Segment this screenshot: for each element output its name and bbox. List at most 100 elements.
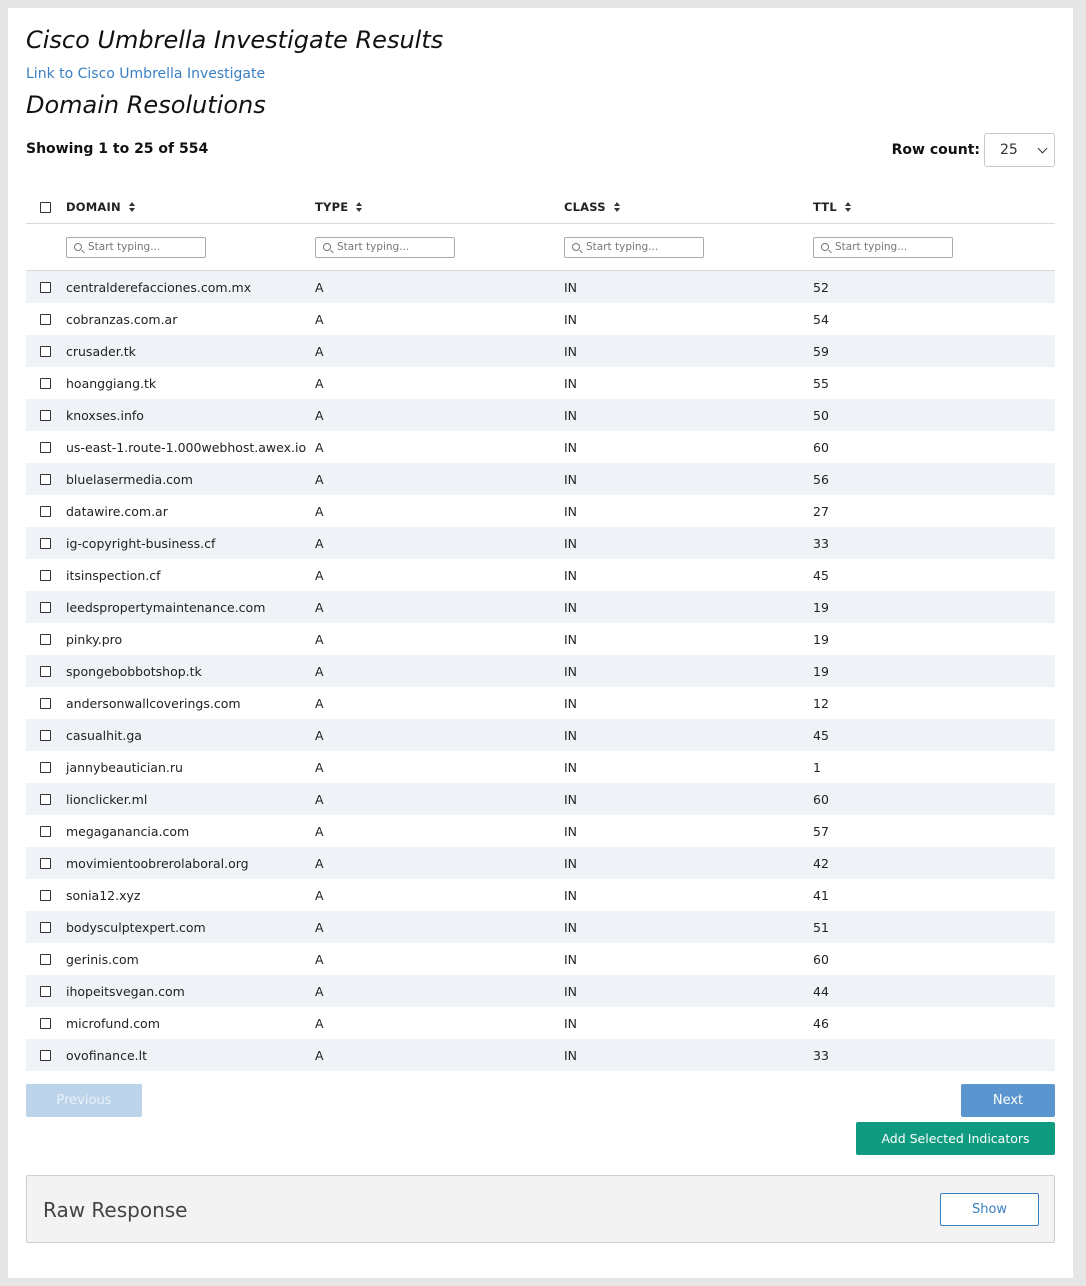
row-checkbox[interactable]: [40, 569, 51, 581]
domain-resolutions-table: DOMAIN TYPE CLASS TTL Start typing... St…: [26, 191, 1055, 1071]
table-row[interactable]: us-east-1.route-1.000webhost.awex.io A IN 6…: [26, 431, 1055, 463]
umbrella-investigate-link[interactable]: Link to Cisco Umbrella Investigate: [26, 66, 265, 82]
row-checkbox[interactable]: [40, 921, 51, 933]
table-row[interactable]: hoanggiang.tk A IN 55: [26, 367, 1055, 399]
cell-domain: andersonwallcoverings.com: [66, 695, 241, 711]
row-checkbox[interactable]: [40, 697, 51, 709]
row-checkbox[interactable]: [40, 505, 51, 517]
table-row[interactable]: ihopeitsvegan.com A IN 44: [26, 975, 1055, 1007]
cell-type: A: [315, 1015, 324, 1031]
table-row[interactable]: bluelasermedia.com A IN 56: [26, 463, 1055, 495]
cell-domain: crusader.tk: [66, 343, 136, 359]
cell-class: IN: [564, 823, 578, 839]
cell-ttl: 45: [813, 567, 829, 583]
cell-class: IN: [564, 599, 578, 615]
table-row[interactable]: gerinis.com A IN 60: [26, 943, 1055, 975]
cell-ttl: 52: [813, 279, 829, 295]
table-row[interactable]: knoxses.info A IN 50: [26, 399, 1055, 431]
cell-domain: knoxses.info: [66, 407, 144, 423]
table-row[interactable]: leedspropertymaintenance.com A IN 19: [26, 591, 1055, 623]
table-row[interactable]: andersonwallcoverings.com A IN 12: [26, 687, 1055, 719]
cell-class: IN: [564, 535, 578, 551]
table-row[interactable]: cobranzas.com.ar A IN 54: [26, 303, 1055, 335]
sort-icon: [844, 202, 851, 212]
row-checkbox[interactable]: [40, 633, 51, 645]
section-title: Domain Resolutions: [26, 91, 266, 119]
cell-domain: microfund.com: [66, 1015, 160, 1031]
table-row[interactable]: sonia12.xyz A IN 41: [26, 879, 1055, 911]
column-header-label: CLASS: [564, 200, 606, 214]
table-row[interactable]: ig-copyright-business.cf A IN 33: [26, 527, 1055, 559]
cell-class: IN: [564, 1047, 578, 1063]
table-row[interactable]: casualhit.ga A IN 45: [26, 719, 1055, 751]
cell-class: IN: [564, 855, 578, 871]
row-checkbox[interactable]: [40, 377, 51, 389]
cell-class: IN: [564, 279, 578, 295]
sort-icon: [128, 202, 135, 212]
row-checkbox[interactable]: [40, 537, 51, 549]
table-row[interactable]: datawire.com.ar A IN 27: [26, 495, 1055, 527]
cell-domain: centralderefacciones.com.mx: [66, 279, 252, 295]
table-row[interactable]: megaganancia.com A IN 57: [26, 815, 1055, 847]
row-checkbox[interactable]: [40, 985, 51, 997]
ttl-filter-input[interactable]: Start typing...: [813, 236, 953, 258]
row-checkbox[interactable]: [40, 825, 51, 837]
table-row[interactable]: lionclicker.ml A IN 60: [26, 783, 1055, 815]
cell-ttl: 60: [813, 951, 829, 967]
column-header-class[interactable]: CLASS: [564, 200, 813, 214]
cell-type: A: [315, 663, 324, 679]
table-row[interactable]: bodysculptexpert.com A IN 51: [26, 911, 1055, 943]
row-checkbox[interactable]: [40, 857, 51, 869]
row-checkbox[interactable]: [40, 409, 51, 421]
cell-domain: megaganancia.com: [66, 823, 190, 839]
row-checkbox[interactable]: [40, 281, 51, 293]
row-checkbox[interactable]: [40, 889, 51, 901]
table-row[interactable]: ovofinance.lt A IN 33: [26, 1039, 1055, 1071]
cell-type: A: [315, 631, 324, 647]
row-checkbox[interactable]: [40, 1049, 51, 1061]
show-raw-response-button[interactable]: Show: [940, 1193, 1039, 1226]
cell-domain: jannybeautician.ru: [66, 759, 183, 775]
select-all-checkbox[interactable]: [40, 201, 51, 213]
row-checkbox[interactable]: [40, 953, 51, 965]
column-header-domain[interactable]: DOMAIN: [66, 200, 315, 214]
row-checkbox[interactable]: [40, 345, 51, 357]
row-checkbox[interactable]: [40, 761, 51, 773]
table-row[interactable]: spongebobbotshop.tk A IN 19: [26, 655, 1055, 687]
filter-placeholder: Start typing...: [88, 241, 161, 253]
domain-filter-input[interactable]: Start typing...: [66, 236, 206, 258]
previous-button[interactable]: Previous: [26, 1084, 142, 1117]
row-count-select[interactable]: 25: [984, 133, 1055, 167]
add-selected-indicators-button[interactable]: Add Selected Indicators: [856, 1122, 1055, 1155]
row-count-label: Row count:: [891, 142, 980, 158]
row-checkbox[interactable]: [40, 729, 51, 741]
row-checkbox[interactable]: [40, 441, 51, 453]
row-checkbox[interactable]: [40, 601, 51, 613]
cell-type: A: [315, 727, 324, 743]
row-checkbox[interactable]: [40, 665, 51, 677]
row-checkbox[interactable]: [40, 793, 51, 805]
table-row[interactable]: microfund.com A IN 46: [26, 1007, 1055, 1039]
row-checkbox[interactable]: [40, 1017, 51, 1029]
table-row[interactable]: centralderefacciones.com.mx A IN 52: [26, 271, 1055, 303]
cell-domain: pinky.pro: [66, 631, 123, 647]
search-icon: [572, 243, 580, 251]
filter-placeholder: Start typing...: [337, 241, 410, 253]
sort-icon: [613, 202, 620, 212]
class-filter-input[interactable]: Start typing...: [564, 236, 704, 258]
table-row[interactable]: movimientoobrerolaboral.org A IN 42: [26, 847, 1055, 879]
row-checkbox[interactable]: [40, 473, 51, 485]
table-row[interactable]: pinky.pro A IN 19: [26, 623, 1055, 655]
cell-class: IN: [564, 503, 578, 519]
type-filter-input[interactable]: Start typing...: [315, 236, 455, 258]
table-row[interactable]: crusader.tk A IN 59: [26, 335, 1055, 367]
column-header-ttl[interactable]: TTL: [813, 200, 1055, 214]
row-checkbox[interactable]: [40, 313, 51, 325]
next-button[interactable]: Next: [961, 1084, 1055, 1117]
results-panel: Cisco Umbrella Investigate Results Link …: [8, 8, 1073, 1278]
cell-ttl: 60: [813, 439, 829, 455]
column-header-type[interactable]: TYPE: [315, 200, 564, 214]
cell-class: IN: [564, 439, 578, 455]
table-row[interactable]: itsinspection.cf A IN 45: [26, 559, 1055, 591]
table-row[interactable]: jannybeautician.ru A IN 1: [26, 751, 1055, 783]
